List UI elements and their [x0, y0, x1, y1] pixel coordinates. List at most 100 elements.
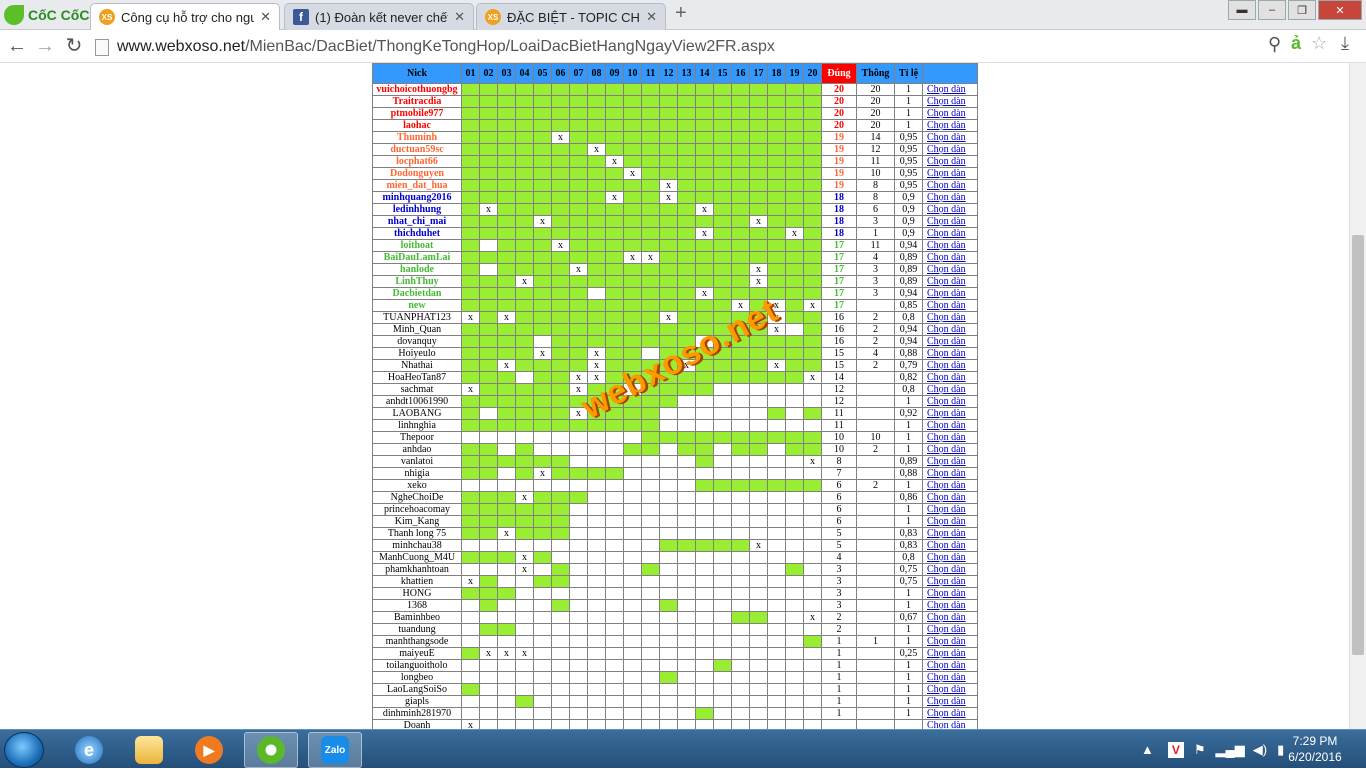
chon-dan-link[interactable]: Chọn dàn	[922, 455, 978, 468]
chon-dan-link[interactable]: Chọn dàn	[922, 107, 978, 120]
number-cell	[587, 107, 606, 120]
chon-dan-link[interactable]: Chọn dàn	[922, 383, 978, 396]
chon-dan-link[interactable]: Chọn dàn	[922, 203, 978, 216]
back-arrow-icon[interactable]: ←	[6, 36, 28, 58]
system-clock[interactable]: 7:29 PM 6/20/2016	[1280, 733, 1350, 765]
network-signal-icon[interactable]: ▂▄▆	[1216, 742, 1245, 758]
number-cell	[695, 551, 714, 564]
chon-dan-link[interactable]: Chọn dàn	[922, 551, 978, 564]
chon-dan-link[interactable]: Chọn dàn	[922, 83, 978, 96]
chon-dan-link[interactable]: Chọn dàn	[922, 359, 978, 372]
zalo-taskbar-button[interactable]: Zalo	[308, 732, 362, 768]
chon-dan-link[interactable]: Chọn dàn	[922, 299, 978, 312]
close-window-icon[interactable]: ✕	[1318, 0, 1362, 20]
chon-dan-link[interactable]: Chọn dàn	[922, 263, 978, 276]
chon-dan-link[interactable]: Chọn dàn	[922, 155, 978, 168]
chon-dan-link[interactable]: Chọn dàn	[922, 215, 978, 228]
bookmark-star-icon[interactable]: ☆	[1311, 33, 1327, 54]
scrollbar-thumb[interactable]	[1352, 235, 1364, 655]
show-hidden-icons-icon[interactable]: ▲	[1141, 742, 1154, 757]
chon-dan-link[interactable]: Chọn dàn	[922, 239, 978, 252]
close-icon[interactable]: ✕	[646, 9, 657, 25]
vietnamese-typing-icon[interactable]: ả	[1291, 33, 1301, 54]
chon-dan-link[interactable]: Chọn dàn	[922, 167, 978, 180]
maximize-icon[interactable]: ❐	[1288, 0, 1316, 20]
chon-dan-link[interactable]: Chọn dàn	[922, 683, 978, 696]
download-icon[interactable]: ⤓	[1341, 33, 1349, 54]
ie-taskbar-button[interactable]: e	[62, 732, 116, 768]
chon-dan-link[interactable]: Chọn dàn	[922, 119, 978, 132]
number-cell	[497, 287, 516, 300]
chon-dan-link[interactable]: Chọn dàn	[922, 599, 978, 612]
chon-dan-link[interactable]: Chọn dàn	[922, 659, 978, 672]
chon-dan-link[interactable]: Chọn dàn	[922, 431, 978, 444]
address-bar[interactable]: www.webxoso.net/MienBac/DacBiet/ThongKeT…	[95, 34, 1335, 60]
start-button[interactable]	[4, 732, 44, 768]
chon-dan-link[interactable]: Chọn dàn	[922, 335, 978, 348]
chon-dan-link[interactable]: Chọn dàn	[922, 563, 978, 576]
coccoc-logo[interactable]: CốC CốC	[0, 0, 90, 30]
window-menu-icon[interactable]: ▬	[1228, 0, 1256, 20]
number-cell	[641, 599, 660, 612]
chon-dan-link[interactable]: Chọn dàn	[922, 575, 978, 588]
chon-dan-link[interactable]: Chọn dàn	[922, 407, 978, 420]
chon-dan-link[interactable]: Chọn dàn	[922, 287, 978, 300]
nick-cell: ledinhhung	[372, 203, 462, 216]
chon-dan-link[interactable]: Chọn dàn	[922, 179, 978, 192]
chon-dan-link[interactable]: Chọn dàn	[922, 623, 978, 636]
chon-dan-link[interactable]: Chọn dàn	[922, 611, 978, 624]
chon-dan-link[interactable]: Chọn dàn	[922, 191, 978, 204]
tab-facebook[interactable]: f (1) Đoàn kết never chết ✕	[284, 3, 474, 30]
chon-dan-link[interactable]: Chọn dàn	[922, 347, 978, 360]
chon-dan-link[interactable]: Chọn dàn	[922, 443, 978, 456]
chon-dan-link[interactable]: Chọn dàn	[922, 479, 978, 492]
number-cell	[659, 527, 678, 540]
chon-dan-link[interactable]: Chọn dàn	[922, 719, 978, 729]
chon-dan-link[interactable]: Chọn dàn	[922, 467, 978, 480]
chon-dan-link[interactable]: Chọn dàn	[922, 515, 978, 528]
chon-dan-link[interactable]: Chọn dàn	[922, 527, 978, 540]
chon-dan-link[interactable]: Chọn dàn	[922, 635, 978, 648]
chon-dan-link[interactable]: Chọn dàn	[922, 131, 978, 144]
coccoc-taskbar-button[interactable]	[244, 732, 298, 768]
chon-dan-link[interactable]: Chọn dàn	[922, 539, 978, 552]
number-cell	[461, 503, 480, 516]
chon-dan-link[interactable]: Chọn dàn	[922, 251, 978, 264]
chon-dan-link[interactable]: Chọn dàn	[922, 95, 978, 108]
table-row: longbeo 1 1 Chọn dàn	[372, 671, 978, 684]
number-cell	[677, 659, 696, 672]
chon-dan-link[interactable]: Chọn dàn	[922, 503, 978, 516]
chon-dan-link[interactable]: Chọn dàn	[922, 647, 978, 660]
action-center-flag-icon[interactable]: ⚑	[1194, 742, 1206, 758]
chon-dan-link[interactable]: Chọn dàn	[922, 275, 978, 288]
reload-icon[interactable]: ↻	[63, 36, 85, 58]
chon-dan-link[interactable]: Chọn dàn	[922, 395, 978, 408]
volume-icon[interactable]: ◀)	[1253, 742, 1267, 758]
chon-dan-link[interactable]: Chọn dàn	[922, 227, 978, 240]
tab-topic[interactable]: XS ĐẶC BIỆT - TOPIC CHUYÊN ✕	[476, 3, 666, 30]
scrollbar[interactable]	[1349, 63, 1366, 729]
chon-dan-link[interactable]: Chọn dàn	[922, 707, 978, 720]
number-cell	[587, 599, 606, 612]
chon-dan-link[interactable]: Chọn dàn	[922, 323, 978, 336]
chon-dan-link[interactable]: Chọn dàn	[922, 587, 978, 600]
chon-dan-link[interactable]: Chọn dàn	[922, 371, 978, 384]
unikey-icon[interactable]: V	[1167, 741, 1184, 758]
chon-dan-link[interactable]: Chọn dàn	[922, 311, 978, 324]
number-cell	[785, 479, 804, 492]
minimize-icon[interactable]: –	[1258, 0, 1286, 20]
media-player-taskbar-button[interactable]: ▶	[182, 732, 236, 768]
explorer-taskbar-button[interactable]	[122, 732, 176, 768]
new-tab-icon[interactable]: +	[675, 3, 695, 24]
chon-dan-link[interactable]: Chọn dàn	[922, 143, 978, 156]
chon-dan-link[interactable]: Chọn dàn	[922, 671, 978, 684]
zoom-icon[interactable]: ⚲	[1268, 34, 1281, 55]
chon-dan-link[interactable]: Chọn dàn	[922, 695, 978, 708]
chon-dan-link[interactable]: Chọn dàn	[922, 491, 978, 504]
close-icon[interactable]: ✕	[454, 9, 465, 25]
forward-arrow-icon[interactable]: →	[34, 36, 56, 58]
tab-active[interactable]: XS Công cụ hỗ trợ cho người ✕	[90, 3, 280, 30]
chon-dan-link[interactable]: Chọn dàn	[922, 419, 978, 432]
close-icon[interactable]: ✕	[260, 9, 271, 25]
number-cell	[479, 491, 498, 504]
